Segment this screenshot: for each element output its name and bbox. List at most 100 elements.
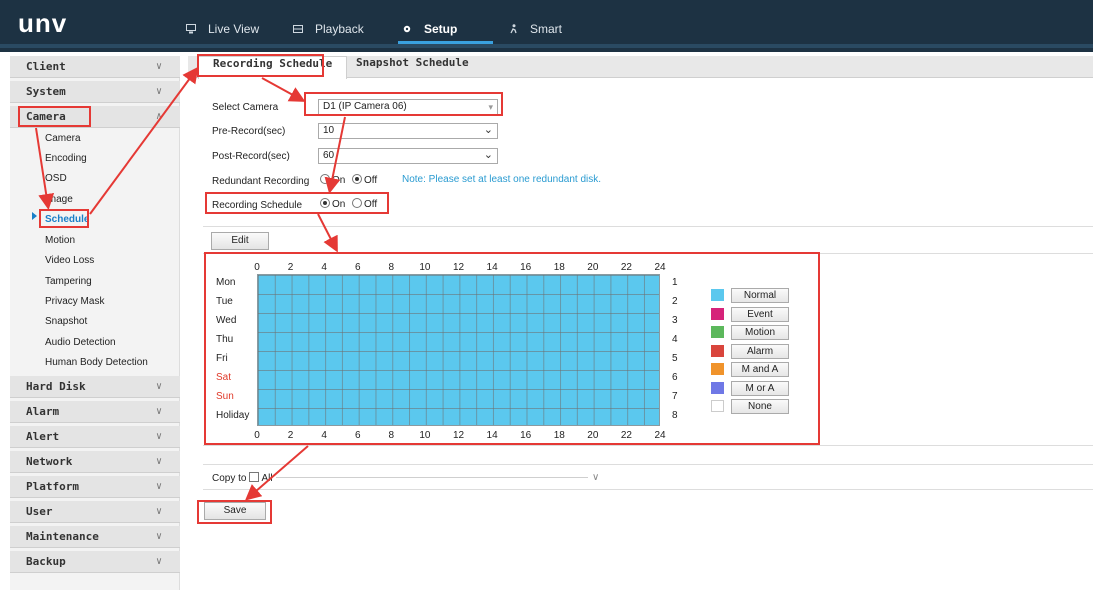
sidebar-section-backup[interactable]: Backup ∨ — [10, 551, 180, 573]
nav-active-indicator — [398, 41, 493, 44]
schedule-on-radio[interactable]: On — [320, 198, 345, 210]
monitor-icon — [186, 24, 196, 34]
hour-tick-label: 22 — [620, 430, 632, 441]
pre-record-select[interactable]: 10 ⌄ — [318, 123, 498, 139]
pre-record-label: Pre-Record(sec) — [212, 126, 286, 137]
sidebar-section-label: Platform — [26, 480, 79, 493]
legend-swatch — [711, 400, 724, 412]
pre-record-value: 10 — [323, 125, 335, 136]
nav-playback[interactable]: Playback — [293, 18, 364, 40]
tab-snapshot-schedule[interactable]: Snapshot Schedule — [342, 56, 483, 78]
sidebar-section-camera[interactable]: Camera ∧ — [10, 106, 180, 128]
sidebar-item-osd[interactable]: OSD — [45, 172, 67, 186]
legend-mode-button[interactable]: Motion — [731, 325, 789, 340]
chevron-down-icon: ▾ — [488, 102, 493, 112]
edit-button[interactable]: Edit — [211, 232, 269, 250]
day-label: Holiday — [216, 410, 250, 421]
sidebar-item-camera[interactable]: Camera — [45, 132, 81, 146]
schedule-grid[interactable] — [257, 274, 660, 426]
row-number: 3 — [672, 315, 678, 326]
chevron-down-icon: ⌄ — [483, 124, 493, 136]
radio-icon — [352, 198, 362, 208]
hour-tick-label: 16 — [520, 262, 532, 273]
nav-live-view[interactable]: Live View — [186, 18, 259, 40]
hour-tick-label: 10 — [419, 430, 431, 441]
copy-all-checkbox[interactable] — [249, 472, 260, 482]
row-number: 5 — [672, 353, 678, 364]
legend-mode-button[interactable]: Normal — [731, 288, 789, 303]
redundant-on-label: On — [332, 175, 346, 186]
chevron-down-icon: ∨ — [155, 381, 162, 392]
redundant-off-radio[interactable]: Off — [352, 174, 377, 186]
hour-tick-label: 10 — [419, 262, 431, 273]
sidebar-section-client[interactable]: Client ∨ — [10, 56, 180, 78]
sidebar-item-tampering[interactable]: Tampering — [45, 275, 92, 289]
hour-tick-label: 22 — [620, 262, 632, 273]
hour-tick-label: 8 — [388, 262, 395, 273]
legend-mode-button[interactable]: M and A — [731, 362, 789, 377]
redundant-note: Note: Please set at least one redundant … — [402, 174, 602, 185]
nav-smart[interactable]: Smart — [508, 18, 562, 40]
sidebar-section-alarm[interactable]: Alarm ∨ — [10, 401, 180, 423]
sidebar-section-label: Client — [26, 60, 66, 73]
sidebar-section-label: Maintenance — [26, 530, 99, 543]
sidebar-section-hard-disk[interactable]: Hard Disk ∨ — [10, 376, 180, 398]
sidebar-section-network[interactable]: Network ∨ — [10, 451, 180, 473]
sidebar-item-image[interactable]: Image — [45, 193, 73, 207]
sidebar-section-label: User — [26, 505, 53, 518]
copy-all-label: All — [261, 473, 273, 484]
nav-live-view-label: Live View — [208, 22, 260, 36]
radio-selected-icon — [352, 174, 362, 184]
hour-tick-label: 0 — [254, 262, 260, 273]
select-camera-value: D1 (IP Camera 06) — [323, 101, 407, 112]
sidebar-item-human-body-detection[interactable]: Human Body Detection — [45, 356, 148, 370]
sidebar-item-privacy-mask[interactable]: Privacy Mask — [45, 295, 104, 309]
save-button[interactable]: Save — [204, 502, 266, 520]
sidebar-item-encoding[interactable]: Encoding — [45, 152, 87, 166]
tab-bar: Recording Schedule Snapshot Schedule — [188, 56, 1093, 79]
sidebar-item-motion[interactable]: Motion — [45, 234, 75, 248]
sidebar-item-schedule[interactable]: Schedule — [45, 213, 89, 227]
schedule-off-radio[interactable]: Off — [352, 198, 377, 210]
tab-recording-schedule[interactable]: Recording Schedule — [198, 56, 348, 79]
row-number: 2 — [672, 296, 678, 307]
hour-tick-label: 12 — [452, 430, 465, 441]
sidebar-section-label: Hard Disk — [26, 380, 86, 393]
edit-bar — [203, 226, 1093, 254]
nav-setup-label: Setup — [424, 22, 458, 36]
sidebar-section-alert[interactable]: Alert ∨ — [10, 426, 180, 448]
sidebar-section-label: Backup — [26, 555, 66, 568]
day-label: Sun — [216, 391, 234, 402]
legend-mode-button[interactable]: Event — [731, 306, 789, 322]
sidebar-section-maintenance[interactable]: Maintenance ∨ — [10, 526, 180, 548]
sidebar-item-audio-detection[interactable]: Audio Detection — [45, 336, 116, 350]
hour-tick-label: 6 — [354, 430, 361, 441]
day-label: Fri — [216, 353, 228, 364]
person-run-icon — [510, 24, 517, 34]
sidebar-section-user[interactable]: User ∨ — [10, 501, 180, 523]
legend-swatch — [711, 363, 724, 375]
radio-icon — [320, 174, 330, 184]
copy-to-label: Copy to — [212, 473, 247, 484]
nav-setup[interactable]: Setup — [402, 18, 457, 40]
legend-swatch — [711, 344, 724, 357]
row-number: 6 — [672, 372, 678, 383]
day-label: Sat — [216, 372, 232, 383]
chevron-down-icon: ∨ — [155, 431, 162, 442]
sidebar-section-platform[interactable]: Platform ∨ — [10, 476, 180, 498]
sidebar-item-video-loss[interactable]: Video Loss — [45, 254, 94, 268]
legend-mode-button[interactable]: None — [731, 399, 789, 414]
sidebar-item-snapshot[interactable]: Snapshot — [45, 315, 87, 329]
chevron-down-icon: ∨ — [155, 61, 162, 72]
chevron-down-icon: ⌄ — [483, 149, 493, 161]
hour-tick-label: 4 — [321, 262, 327, 273]
redundant-on-radio[interactable]: On — [320, 174, 345, 186]
sidebar-section-system[interactable]: System ∨ — [10, 81, 180, 103]
hour-tick-label: 12 — [452, 262, 465, 273]
select-camera-dropdown[interactable]: D1 (IP Camera 06) ▾ — [318, 99, 498, 115]
legend-mode-button[interactable]: Alarm — [731, 343, 789, 359]
chevron-down-icon[interactable]: ∨ — [592, 472, 599, 483]
legend-mode-button[interactable]: M or A — [731, 380, 789, 396]
post-record-select[interactable]: 60 ⌄ — [318, 148, 498, 164]
day-label: Wed — [216, 315, 237, 326]
